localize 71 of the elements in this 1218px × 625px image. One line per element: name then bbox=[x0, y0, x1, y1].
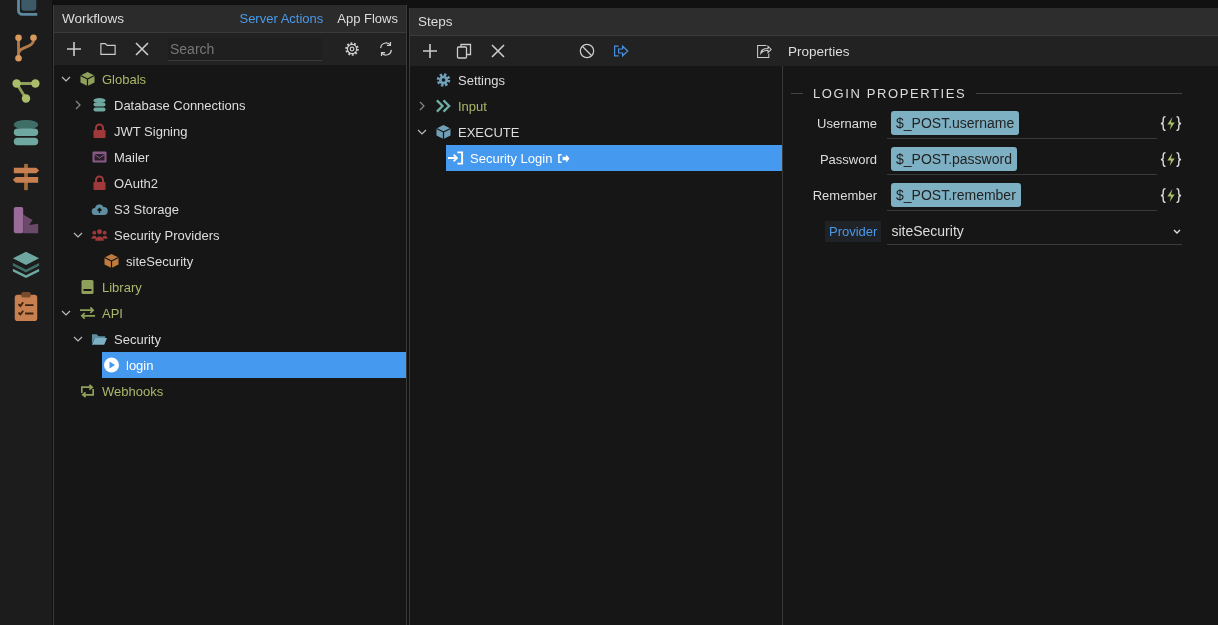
tree-item[interactable]: EXECUTE bbox=[434, 119, 782, 145]
signpost-icon[interactable] bbox=[11, 162, 41, 192]
cube-icon bbox=[435, 124, 452, 140]
field-label[interactable]: Provider bbox=[825, 220, 882, 242]
add-icon[interactable] bbox=[66, 41, 82, 57]
panel-title: Steps bbox=[418, 14, 453, 29]
dynamic-data-icon[interactable] bbox=[1160, 150, 1182, 168]
close-icon[interactable] bbox=[134, 41, 150, 57]
loop-arrows-icon bbox=[79, 383, 96, 399]
chevron-right-icon[interactable] bbox=[417, 101, 427, 111]
disable-icon[interactable] bbox=[578, 43, 595, 59]
add-icon[interactable] bbox=[422, 43, 438, 59]
lock-icon bbox=[91, 175, 108, 191]
tree-item[interactable]: siteSecurity bbox=[102, 248, 406, 274]
tree-item[interactable]: Settings bbox=[434, 67, 782, 93]
dynamic-data-icon[interactable] bbox=[1160, 186, 1182, 204]
dropdown[interactable]: siteSecurity bbox=[887, 217, 1182, 245]
sign-in-icon bbox=[447, 150, 464, 166]
tree-item[interactable]: Library bbox=[78, 274, 406, 300]
folder-icon[interactable] bbox=[100, 41, 116, 57]
gear-icon bbox=[435, 72, 452, 88]
tree-item[interactable]: Mailer bbox=[90, 144, 406, 170]
panel-title: Workflows bbox=[62, 11, 124, 26]
copy-icon[interactable] bbox=[456, 43, 472, 59]
tree-item[interactable]: JWT Signing bbox=[90, 118, 406, 144]
database-icon bbox=[91, 97, 108, 113]
field-label: Remember bbox=[811, 187, 878, 203]
share-icon[interactable] bbox=[756, 43, 772, 59]
close-icon[interactable] bbox=[490, 43, 506, 59]
cube-icon bbox=[79, 71, 96, 87]
tree-item[interactable]: Webhooks bbox=[78, 378, 406, 404]
mail-icon bbox=[91, 149, 108, 165]
panel-title: Properties bbox=[788, 43, 850, 59]
chevron-right-icon[interactable] bbox=[73, 100, 83, 110]
folder-icon bbox=[91, 331, 108, 347]
tree-item[interactable]: Globals bbox=[78, 66, 406, 92]
double-chevron-icon bbox=[435, 98, 452, 114]
tree-item[interactable]: OAuth2 bbox=[90, 170, 406, 196]
chevron-down-icon[interactable] bbox=[73, 230, 83, 240]
tree-item[interactable]: Database Connections bbox=[90, 92, 406, 118]
chevron-down-icon[interactable] bbox=[417, 127, 427, 137]
sign-out-icon bbox=[557, 152, 571, 164]
input-field[interactable]: $_POST.password bbox=[887, 143, 1157, 175]
settings-icon[interactable] bbox=[344, 41, 360, 57]
box-icon bbox=[103, 253, 120, 269]
palette-icon[interactable] bbox=[11, 205, 41, 235]
section-title: LOGIN PROPERTIES bbox=[813, 86, 967, 101]
tree-item[interactable]: Input bbox=[434, 93, 782, 119]
lock-icon bbox=[91, 123, 108, 139]
dynamic-data-icon[interactable] bbox=[1160, 114, 1182, 132]
input-field[interactable]: $_POST.username bbox=[887, 107, 1157, 139]
field-label: Username bbox=[816, 115, 878, 131]
users-icon bbox=[91, 227, 108, 243]
refresh-icon[interactable] bbox=[378, 41, 394, 57]
input-field[interactable]: $_POST.remember bbox=[887, 179, 1157, 211]
tree-item[interactable]: Security Providers bbox=[90, 222, 406, 248]
field-label: Password bbox=[818, 151, 878, 167]
panel-tab[interactable]: Server Actions bbox=[239, 11, 324, 26]
flow-icon[interactable] bbox=[11, 76, 41, 106]
book-icon bbox=[79, 279, 96, 295]
panel-tab[interactable]: App Flows bbox=[337, 11, 398, 26]
exchange-arrows-icon bbox=[79, 305, 96, 321]
chevron-down-icon[interactable] bbox=[61, 74, 71, 84]
play-icon bbox=[103, 357, 120, 373]
chevron-down-icon[interactable] bbox=[73, 334, 83, 344]
tree-item[interactable]: S3 Storage bbox=[90, 196, 406, 222]
cloud-upload-icon bbox=[91, 201, 108, 217]
chevron-down-icon[interactable] bbox=[61, 308, 71, 318]
arrow-right-icon[interactable] bbox=[612, 43, 629, 59]
tree-item[interactable]: API bbox=[78, 300, 406, 326]
tree-item[interactable]: Security bbox=[90, 326, 406, 352]
